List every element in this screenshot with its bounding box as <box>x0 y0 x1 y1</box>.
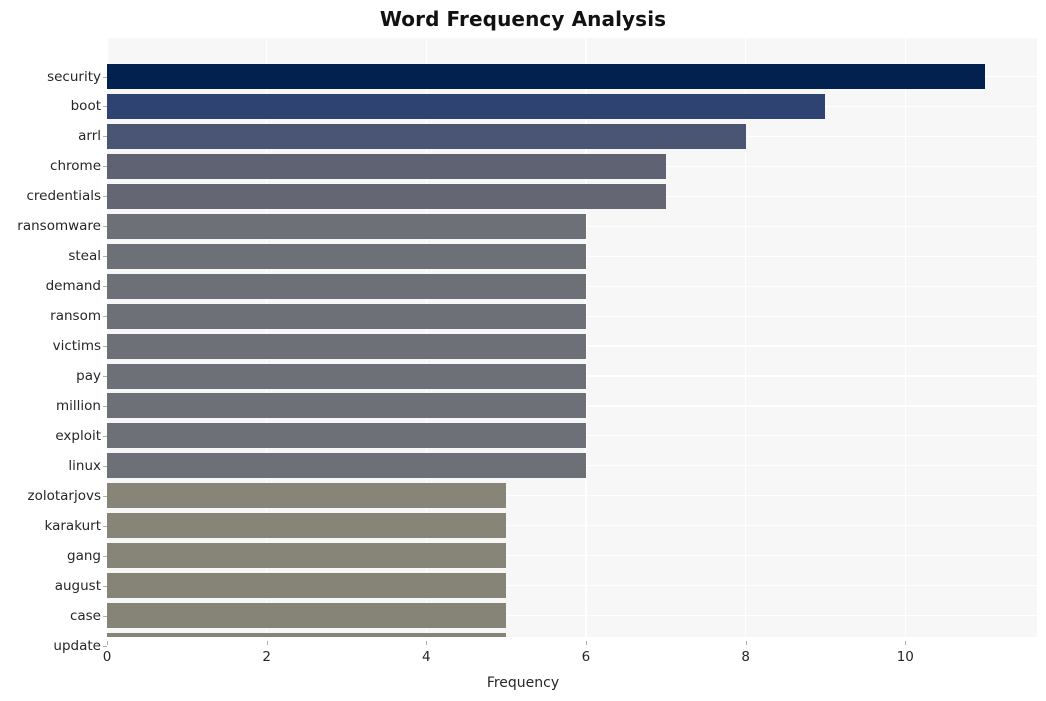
y-tick-mark-14 <box>103 495 107 497</box>
y-tick-mark-1 <box>103 106 107 108</box>
y-tick-label-pay: pay <box>76 368 101 384</box>
y-tick-mark-13 <box>103 465 107 467</box>
y-tick-label-credentials: credentials <box>26 188 101 205</box>
x-tick-mark-4 <box>745 641 747 645</box>
y-axis-labels: security boot arrl chrome credentials ransomw… <box>0 38 107 654</box>
y-tick-mark-10 <box>103 376 107 377</box>
x-axis-title: Frequency <box>486 675 560 691</box>
y-tick-mark-2 <box>103 136 107 138</box>
y-tick-label-million: million <box>56 397 101 414</box>
bar-zolotarjovs[interactable] <box>107 483 507 509</box>
y-tick-mark-7 <box>103 286 107 288</box>
y-tick-mark-9 <box>103 346 107 348</box>
y-tick-mark-0 <box>103 76 107 78</box>
y-tick-mark-3 <box>103 166 107 168</box>
y-tick-mark-17 <box>103 585 107 587</box>
bar-pay[interactable] <box>107 363 586 389</box>
y-tick-mark-8 <box>103 316 107 318</box>
y-tick-label-chrome: chrome <box>50 158 101 175</box>
x-tick-label-2: 2 <box>262 649 271 665</box>
bar-arrl[interactable] <box>107 123 746 149</box>
bar-update[interactable] <box>107 633 507 637</box>
bar-exploit[interactable] <box>107 423 586 449</box>
y-tick-label-ransom: ransom <box>50 308 101 325</box>
bar-steal[interactable] <box>107 243 586 269</box>
bar-linux[interactable] <box>107 453 586 479</box>
x-tick-label-8: 8 <box>741 649 750 665</box>
bar-august[interactable] <box>107 573 507 599</box>
bar-credentials[interactable] <box>107 183 666 209</box>
y-tick-label-ransomware: ransomware <box>17 218 101 235</box>
x-tick-mark-5 <box>905 641 907 645</box>
y-tick-label-zolotarjovs: zolotarjovs <box>27 487 101 504</box>
x-tick-mark-0 <box>107 641 108 645</box>
bar-victims[interactable] <box>107 333 586 359</box>
bar-million[interactable] <box>107 393 586 419</box>
y-tick-mark-18 <box>103 615 107 617</box>
bar-chrome[interactable] <box>107 153 666 179</box>
y-tick-label-gang: gang <box>67 547 101 564</box>
y-tick-label-victims: victims <box>52 338 101 355</box>
y-tick-label-exploit: exploit <box>55 427 101 444</box>
x-gridline-5 <box>904 38 906 637</box>
y-tick-label-karakurt: karakurt <box>44 517 101 534</box>
y-tick-mark-16 <box>103 555 107 557</box>
y-tick-label-security: security <box>47 68 101 85</box>
x-tick-label-10: 10 <box>896 649 914 665</box>
bar-security[interactable] <box>107 64 986 89</box>
y-tick-mark-11 <box>103 405 107 407</box>
x-tick-label-4: 4 <box>422 649 431 665</box>
bar-boot[interactable] <box>107 93 826 119</box>
bar-gang[interactable] <box>107 543 507 569</box>
y-tick-label-demand: demand <box>45 278 101 295</box>
chart-title: Word Frequency Analysis <box>379 7 667 31</box>
y-tick-mark-4 <box>103 196 107 198</box>
bar-demand[interactable] <box>107 273 586 299</box>
x-tick-mark-2 <box>426 641 428 645</box>
y-tick-label-arrl: arrl <box>78 128 101 145</box>
y-tick-mark-5 <box>103 226 107 228</box>
bar-ransom[interactable] <box>107 303 586 329</box>
y-tick-mark-15 <box>103 525 107 527</box>
x-tick-mark-3 <box>585 641 587 645</box>
bar-ransomware[interactable] <box>107 213 586 239</box>
y-tick-label-august: august <box>54 577 101 594</box>
x-tick-label-6: 6 <box>581 649 591 665</box>
y-tick-label-steal: steal <box>68 248 101 265</box>
y-tick-label-case: case <box>69 607 101 624</box>
y-tick-label-boot: boot <box>70 98 101 115</box>
y-tick-label-linux: linux <box>68 457 101 474</box>
word-frequency-chart-figure: Word Frequency Analysis security boot arrl… <box>0 0 1046 701</box>
y-tick-mark-6 <box>103 256 107 258</box>
x-axis-labels: 0 2 4 6 8 10 <box>0 641 1046 665</box>
bar-karakurt[interactable] <box>107 513 507 539</box>
plot-area <box>107 38 1037 637</box>
x-tick-mark-1 <box>266 641 268 645</box>
y-tick-mark-12 <box>103 435 107 437</box>
x-tick-label-0: 0 <box>102 649 112 665</box>
bar-case[interactable] <box>107 603 507 629</box>
